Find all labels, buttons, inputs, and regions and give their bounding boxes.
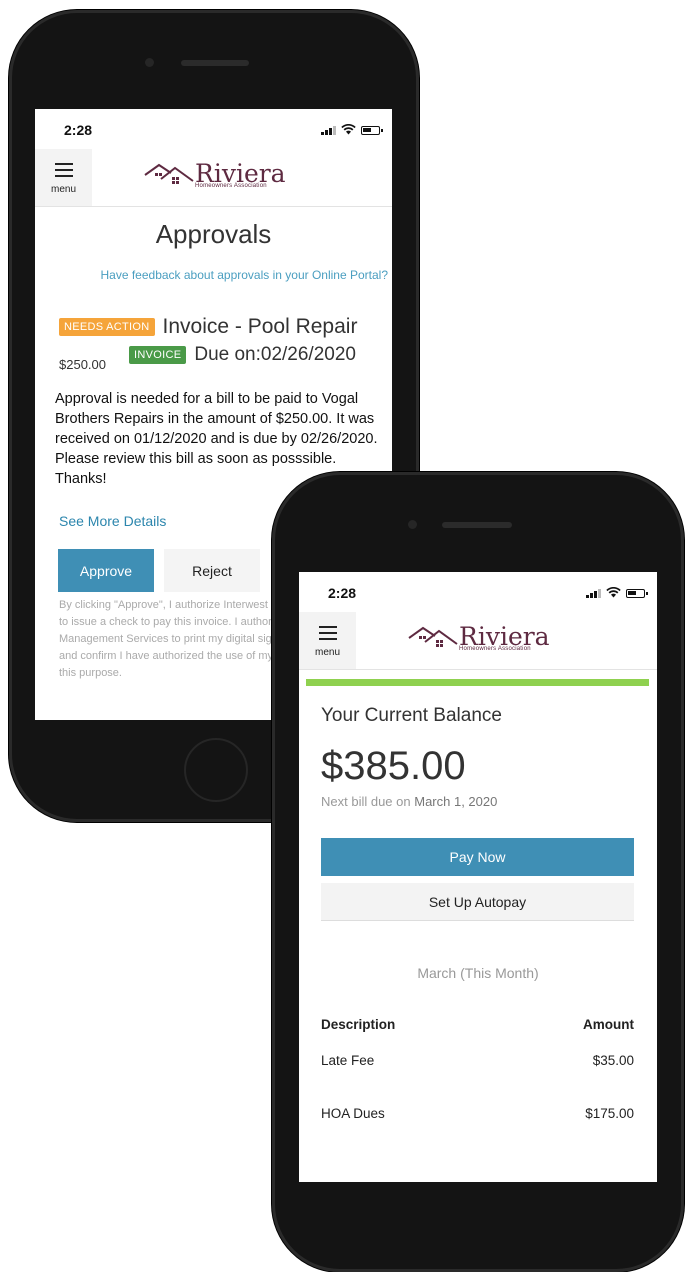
balance-status-bar xyxy=(306,679,649,686)
menu-button[interactable]: menu xyxy=(35,149,92,206)
row-amount: $175.00 xyxy=(585,1106,634,1121)
brand-name: Riviera xyxy=(459,621,550,651)
balance-screen: 2:28 menu Riviera Homeowners Association xyxy=(299,572,657,1182)
see-more-details-link[interactable]: See More Details xyxy=(59,513,166,529)
brand-name: Riviera xyxy=(195,158,286,188)
set-up-autopay-button[interactable]: Set Up Autopay xyxy=(321,883,634,921)
house-logo-icon xyxy=(408,626,458,647)
menu-label: menu xyxy=(314,647,340,658)
brand-logo: Riviera Homeowners Association xyxy=(143,161,286,189)
house-logo-icon xyxy=(144,163,194,184)
home-button[interactable] xyxy=(184,738,248,802)
table-row: Late Fee $35.00 xyxy=(321,1053,634,1068)
pay-now-button[interactable]: Pay Now xyxy=(321,838,634,876)
table-row: HOA Dues $175.00 xyxy=(321,1106,634,1121)
brand-logo: Riviera Homeowners Association xyxy=(407,624,550,652)
approve-button[interactable]: Approve xyxy=(58,549,154,592)
table-header: Description Amount xyxy=(321,1017,634,1032)
battery-icon xyxy=(361,126,383,135)
front-camera xyxy=(408,520,417,529)
needs-action-badge: NEEDS ACTION xyxy=(59,318,155,336)
menu-label: menu xyxy=(50,184,76,195)
battery-icon xyxy=(626,589,648,598)
billing-period-label: March (This Month) xyxy=(417,965,539,981)
status-bar: 2:28 xyxy=(299,572,657,612)
signal-icon xyxy=(321,126,336,135)
approval-item-header: NEEDS ACTION Invoice - Pool Repair xyxy=(59,315,357,339)
column-description: Description xyxy=(321,1017,396,1032)
balance-title: Your Current Balance xyxy=(321,705,502,726)
next-bill-text: Next bill due on March 1, 2020 xyxy=(321,794,497,809)
signal-icon xyxy=(586,589,601,598)
app-header: menu Riviera Homeowners Association xyxy=(35,149,392,207)
wifi-icon xyxy=(341,124,356,135)
earpiece-speaker xyxy=(442,522,512,528)
front-camera xyxy=(145,58,154,67)
status-bar: 2:28 xyxy=(35,109,392,149)
feedback-link[interactable]: Have feedback about approvals in your On… xyxy=(100,268,388,282)
approval-meta: INVOICE Due on:02/26/2020 xyxy=(129,344,356,366)
row-amount: $35.00 xyxy=(592,1053,634,1068)
reject-button[interactable]: Reject xyxy=(164,549,260,592)
wifi-icon xyxy=(606,587,621,598)
approval-amount: $250.00 xyxy=(59,357,106,372)
column-amount: Amount xyxy=(583,1017,634,1032)
approval-title: Invoice - Pool Repair xyxy=(162,315,358,338)
next-bill-date: March 1, 2020 xyxy=(414,794,498,809)
next-bill-prefix: Next bill due on xyxy=(321,794,411,809)
due-date: 02/26/2020 xyxy=(260,344,356,365)
row-description: HOA Dues xyxy=(321,1106,385,1121)
phone-frame-balance: 2:28 menu Riviera Homeowners Association xyxy=(272,472,684,1272)
hamburger-icon xyxy=(319,626,337,644)
earpiece-speaker xyxy=(181,60,249,66)
status-time: 2:28 xyxy=(64,122,93,138)
menu-button[interactable]: menu xyxy=(299,612,356,669)
balance-amount: $385.00 xyxy=(321,744,466,788)
hamburger-icon xyxy=(55,163,73,181)
row-description: Late Fee xyxy=(321,1053,375,1068)
due-label: Due on: xyxy=(194,344,261,365)
page-title: Approvals xyxy=(155,219,272,249)
status-time: 2:28 xyxy=(328,585,357,601)
app-header: menu Riviera Homeowners Association xyxy=(299,612,657,670)
invoice-badge: INVOICE xyxy=(129,346,187,364)
